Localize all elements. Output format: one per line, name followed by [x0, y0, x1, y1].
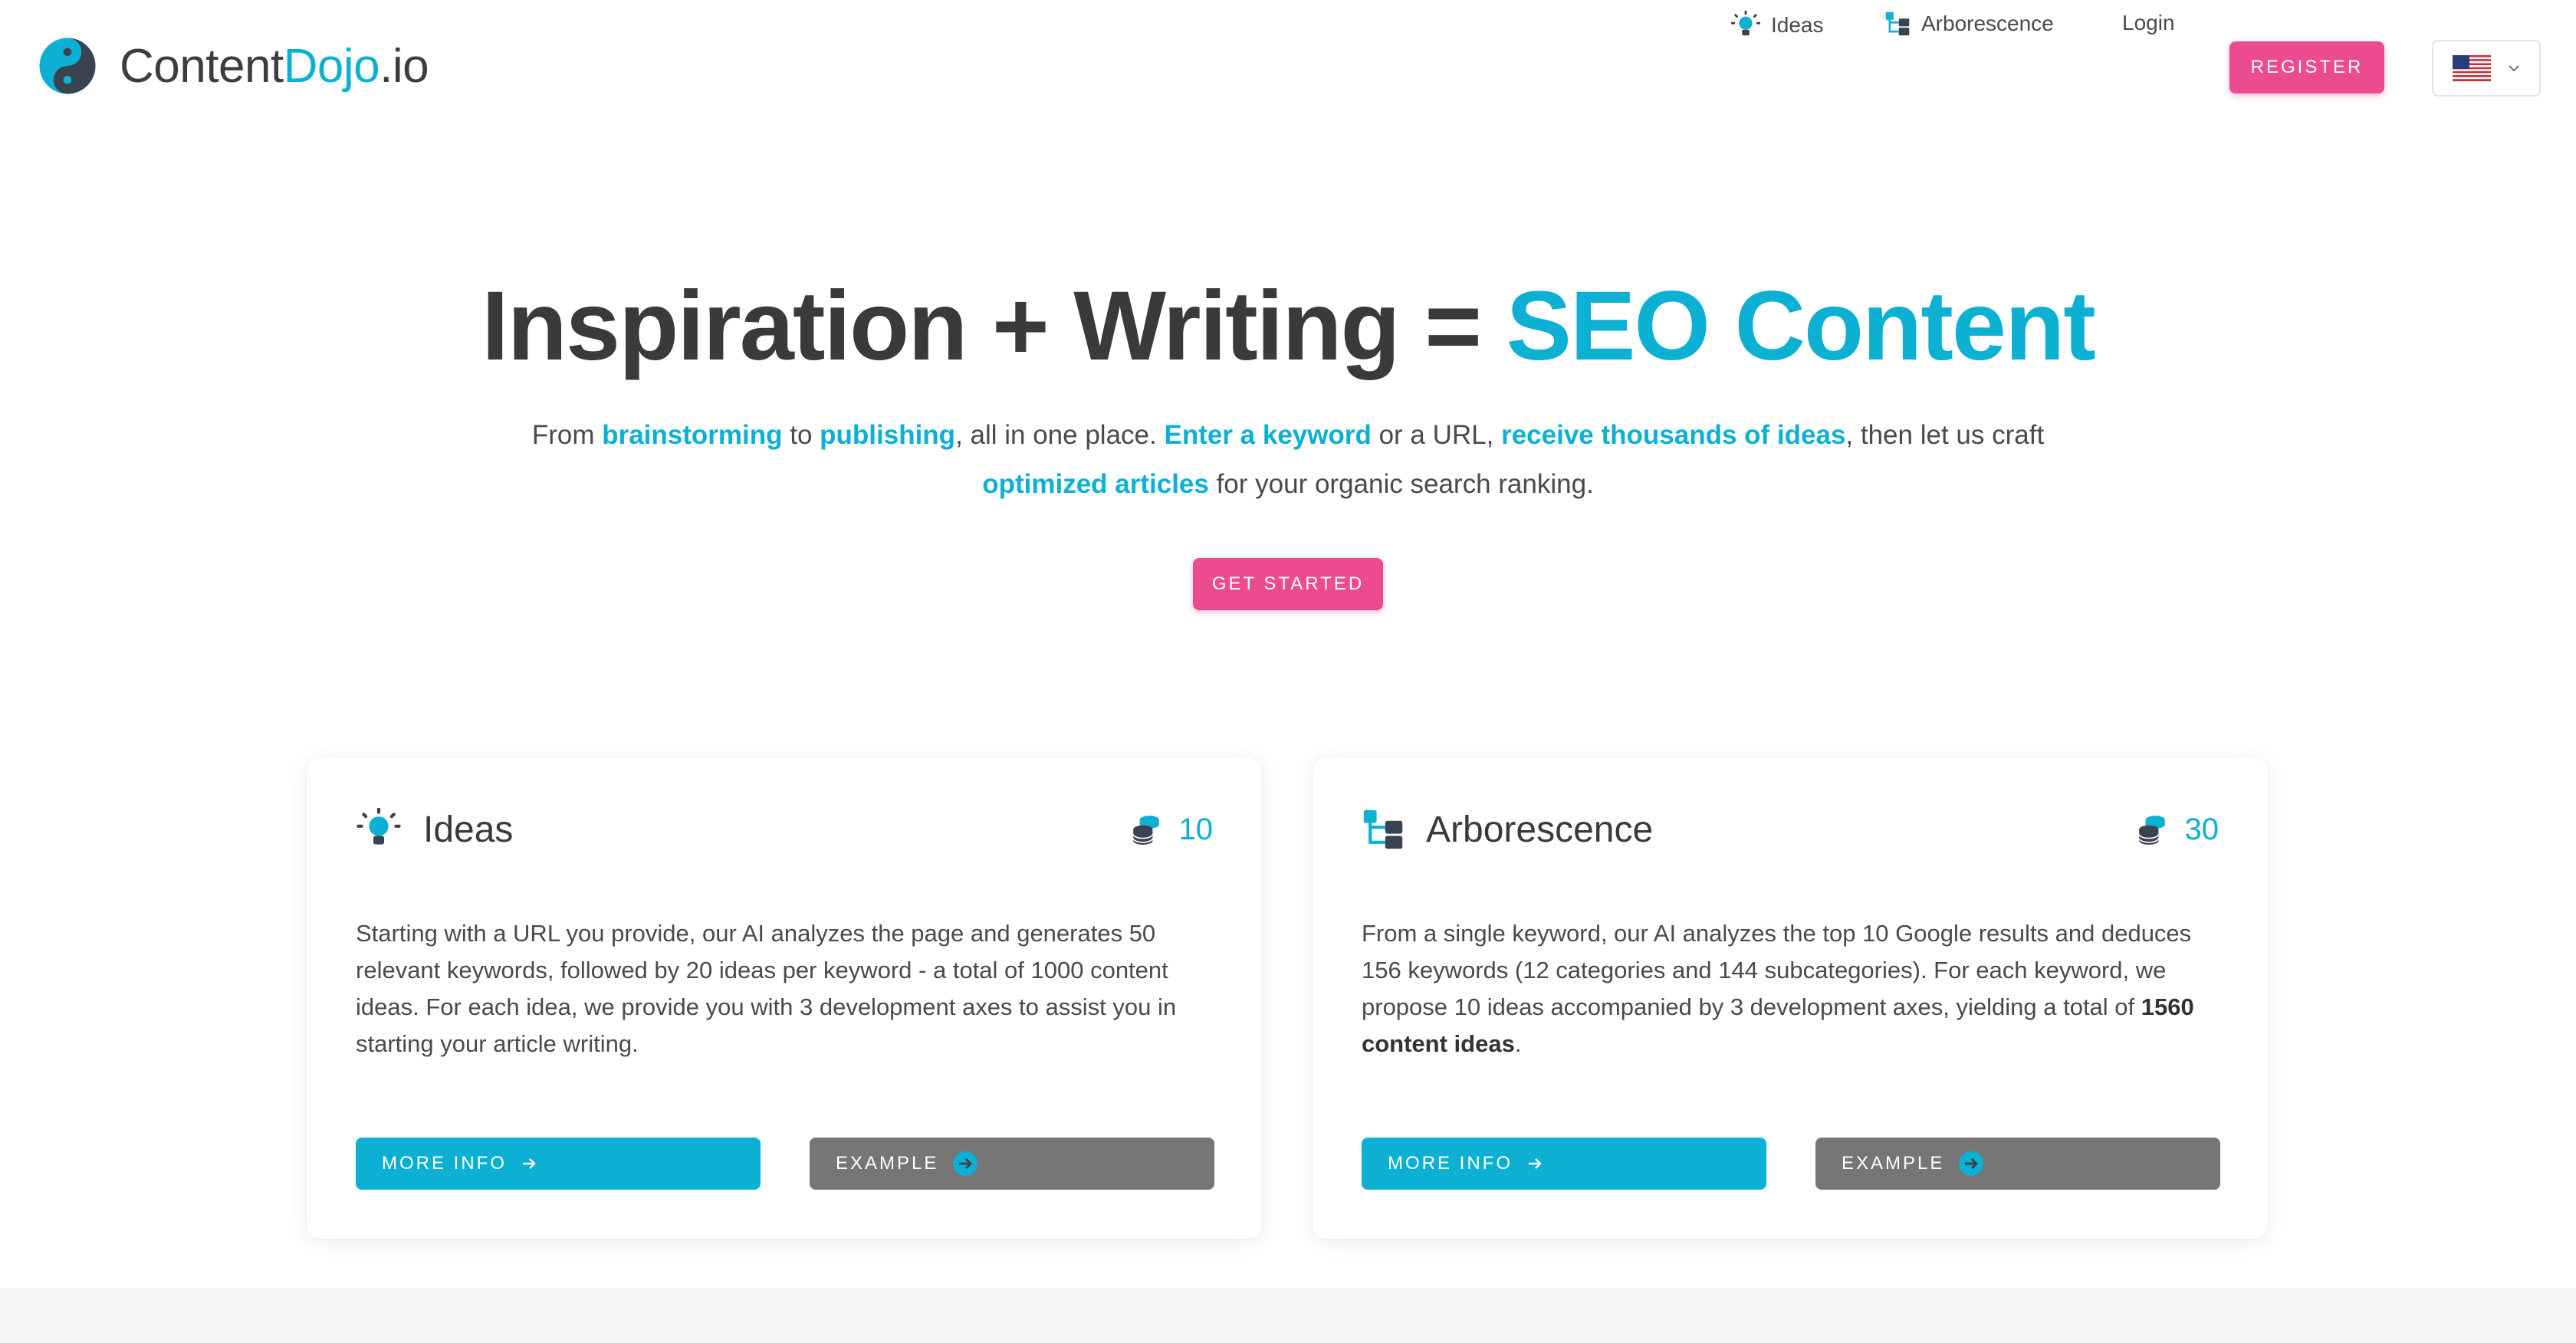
more-info-button[interactable]: MORE INFO [1362, 1138, 1766, 1190]
lightbulb-icon [1731, 11, 1760, 36]
card-header: Arborescence 30 [1362, 802, 2219, 857]
footer-band [0, 1288, 2576, 1343]
card-cost: 30 [2136, 812, 2220, 847]
ideas-card: Ideas 10 Starting with a URL you provide… [307, 757, 1262, 1239]
more-info-label: MORE INFO [1388, 1153, 1513, 1174]
example-button[interactable]: EXAMPLE [810, 1138, 1214, 1190]
logo-text: ContentDojo.io [120, 39, 429, 93]
language-selector[interactable] [2432, 40, 2541, 97]
hero-subtitle: From brainstorming to publishing, all in… [531, 420, 2045, 499]
us-flag-icon [2453, 55, 2491, 81]
card-cost: 10 [1130, 812, 1214, 847]
example-button[interactable]: EXAMPLE [1815, 1138, 2220, 1190]
more-info-label: MORE INFO [382, 1153, 507, 1174]
nav-arborescence[interactable]: Arborescence [1884, 11, 2054, 37]
nav-arborescence-label: Arborescence [1921, 11, 2054, 35]
nav-ideas[interactable]: Ideas [1731, 11, 1824, 40]
tree-structure-icon [1363, 809, 1403, 849]
card-cost-value: 30 [2184, 812, 2220, 846]
logo[interactable]: ContentDojo.io [38, 37, 429, 95]
card-title: Arborescence [1426, 809, 1654, 850]
hero-title: Inspiration + Writing = SEO Content [481, 271, 2096, 381]
nav-login[interactable]: Login [2122, 11, 2175, 35]
chevron-down-icon [2509, 65, 2519, 72]
arrow-circle-right-icon [1959, 1151, 1984, 1176]
arrow-circle-right-icon [953, 1151, 978, 1176]
card-title: Ideas [423, 809, 514, 850]
nav-login-label: Login [2122, 11, 2175, 34]
lightbulb-icon [356, 808, 401, 845]
arrow-right-icon [523, 1158, 536, 1169]
get-started-button[interactable]: GET STARTED [1193, 558, 1383, 610]
card-description: Starting with a URL you provide, our AI … [356, 920, 1177, 1057]
yin-yang-icon [39, 38, 96, 94]
example-label: EXAMPLE [836, 1153, 939, 1174]
card-header: Ideas 10 [356, 802, 1213, 857]
example-label: EXAMPLE [1842, 1153, 1945, 1174]
coins-icon [1132, 816, 1159, 845]
card-description: From a single keyword, our AI analyzes t… [1362, 920, 2194, 1057]
nav-ideas-label: Ideas [1771, 13, 1824, 37]
card-cost-value: 10 [1178, 812, 1214, 846]
coins-icon [2137, 816, 2165, 845]
arrow-right-icon [1529, 1158, 1542, 1169]
site-header: ContentDojo.io Ideas Arborescence Login … [0, 0, 2576, 135]
more-info-button[interactable]: MORE INFO [356, 1138, 761, 1190]
register-button[interactable]: REGISTER [2229, 41, 2384, 94]
arborescence-card: Arborescence 30 From a single keyword, o… [1313, 757, 2268, 1239]
tree-structure-icon [1885, 11, 1910, 36]
